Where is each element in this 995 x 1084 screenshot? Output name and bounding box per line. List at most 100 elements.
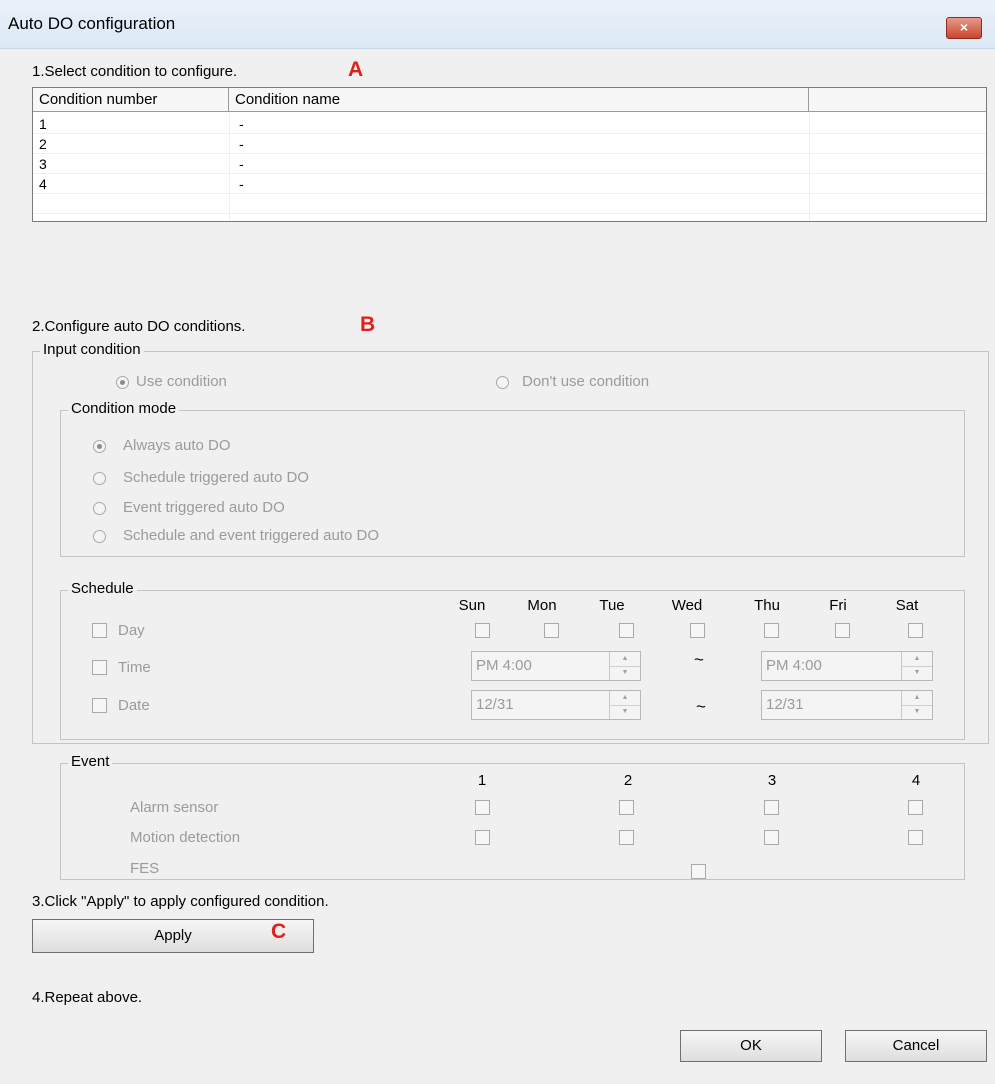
sun-checkbox[interactable] <box>475 623 490 638</box>
list-item[interactable]: 1 - <box>33 114 986 134</box>
list-item[interactable]: 2 - <box>33 134 986 154</box>
date-label: Date <box>118 697 150 714</box>
mode-event-label: Event triggered auto DO <box>123 499 285 516</box>
day-header-tue: Tue <box>599 597 625 614</box>
time-from-spinner[interactable]: PM 4:00 ▲ ▼ <box>471 651 641 681</box>
tue-checkbox[interactable] <box>619 623 634 638</box>
day-checkbox[interactable] <box>92 623 107 638</box>
motion-detection-4-checkbox[interactable] <box>908 830 923 845</box>
dont-use-condition-radio[interactable] <box>496 376 509 389</box>
condition-number: 3 <box>39 156 47 172</box>
spin-down-icon[interactable]: ▼ <box>610 705 640 719</box>
time-checkbox[interactable] <box>92 660 107 675</box>
day-header-sat: Sat <box>895 597 919 614</box>
condition-number: 4 <box>39 176 47 192</box>
condition-name: - <box>239 176 244 192</box>
date-to-spinner[interactable]: 12/31 ▲ ▼ <box>761 690 933 720</box>
column-header-number[interactable]: Condition number <box>33 88 229 112</box>
date-range-separator: ~ <box>696 697 706 716</box>
condition-number: 2 <box>39 136 47 152</box>
spin-up-icon[interactable]: ▲ <box>902 691 932 706</box>
mode-schedule-event-radio[interactable] <box>93 530 106 543</box>
column-header-extra[interactable] <box>809 88 986 112</box>
motion-detection-1-checkbox[interactable] <box>475 830 490 845</box>
column-header-name[interactable]: Condition name <box>229 88 809 112</box>
fes-checkbox[interactable] <box>691 864 706 879</box>
condition-number: 1 <box>39 116 47 132</box>
alarm-sensor-2-checkbox[interactable] <box>619 800 634 815</box>
spin-up-icon[interactable]: ▲ <box>610 691 640 706</box>
spin-up-icon[interactable]: ▲ <box>610 652 640 667</box>
spin-up-icon[interactable]: ▲ <box>902 652 932 667</box>
thu-checkbox[interactable] <box>764 623 779 638</box>
time-to-spin-buttons[interactable]: ▲ ▼ <box>901 652 932 680</box>
mode-schedule-label: Schedule triggered auto DO <box>123 469 309 486</box>
condition-list[interactable]: Condition number Condition name 1 - 2 - … <box>32 87 987 222</box>
event-channel-3: 3 <box>767 772 777 789</box>
condition-mode-legend: Condition mode <box>68 400 180 417</box>
date-checkbox[interactable] <box>92 698 107 713</box>
marker-b: B <box>360 313 376 336</box>
fri-checkbox[interactable] <box>835 623 850 638</box>
motion-detection-label: Motion detection <box>130 829 241 846</box>
step4-label: 4.Repeat above. <box>32 989 143 1006</box>
alarm-sensor-label: Alarm sensor <box>130 799 219 816</box>
event-channel-2: 2 <box>623 772 633 789</box>
day-header-mon: Mon <box>527 597 557 614</box>
day-label: Day <box>118 622 145 639</box>
time-to-spinner[interactable]: PM 4:00 ▲ ▼ <box>761 651 933 681</box>
day-header-fri: Fri <box>829 597 847 614</box>
step3-label: 3.Click "Apply" to apply configured cond… <box>32 893 329 910</box>
spin-down-icon[interactable]: ▼ <box>902 705 932 719</box>
list-item-empty <box>33 194 986 214</box>
condition-name: - <box>239 116 244 132</box>
date-from-spinner[interactable]: 12/31 ▲ ▼ <box>471 690 641 720</box>
date-to-spin-buttons[interactable]: ▲ ▼ <box>901 691 932 719</box>
alarm-sensor-3-checkbox[interactable] <box>764 800 779 815</box>
marker-a: A <box>348 58 364 81</box>
motion-detection-2-checkbox[interactable] <box>619 830 634 845</box>
list-item[interactable]: 4 - <box>33 174 986 194</box>
date-to-value: 12/31 <box>766 696 804 713</box>
time-label: Time <box>118 659 151 676</box>
mode-schedule-radio[interactable] <box>93 472 106 485</box>
mode-schedule-event-label: Schedule and event triggered auto DO <box>123 527 380 544</box>
use-condition-radio[interactable] <box>116 376 129 389</box>
mon-checkbox[interactable] <box>544 623 559 638</box>
time-from-value: PM 4:00 <box>476 657 532 674</box>
window-title: Auto DO configuration <box>8 14 176 33</box>
marker-c: C <box>271 920 287 943</box>
mode-always-radio[interactable] <box>93 440 106 453</box>
condition-name: - <box>239 136 244 152</box>
event-legend: Event <box>68 753 113 770</box>
use-condition-label: Use condition <box>136 373 227 390</box>
cancel-button[interactable]: Cancel <box>845 1030 987 1062</box>
ok-button[interactable]: OK <box>680 1030 822 1062</box>
spin-down-icon[interactable]: ▼ <box>902 666 932 680</box>
alarm-sensor-1-checkbox[interactable] <box>475 800 490 815</box>
event-channel-4: 4 <box>911 772 921 789</box>
list-item[interactable]: 3 - <box>33 154 986 174</box>
title-bar: Auto DO configuration × <box>0 0 995 49</box>
schedule-legend: Schedule <box>68 580 137 597</box>
mode-always-label: Always auto DO <box>123 437 231 454</box>
step1-label: 1.Select condition to configure. <box>32 63 238 80</box>
day-header-sun: Sun <box>458 597 486 614</box>
input-condition-legend: Input condition <box>40 341 144 358</box>
close-icon[interactable]: × <box>946 17 982 39</box>
day-header-thu: Thu <box>754 597 780 614</box>
date-from-spin-buttons[interactable]: ▲ ▼ <box>609 691 640 719</box>
wed-checkbox[interactable] <box>690 623 705 638</box>
alarm-sensor-4-checkbox[interactable] <box>908 800 923 815</box>
sat-checkbox[interactable] <box>908 623 923 638</box>
mode-event-radio[interactable] <box>93 502 106 515</box>
event-group <box>60 763 965 880</box>
date-from-value: 12/31 <box>476 696 514 713</box>
motion-detection-3-checkbox[interactable] <box>764 830 779 845</box>
time-range-separator: ~ <box>694 650 704 669</box>
time-to-value: PM 4:00 <box>766 657 822 674</box>
spin-down-icon[interactable]: ▼ <box>610 666 640 680</box>
event-channel-1: 1 <box>477 772 487 789</box>
day-header-wed: Wed <box>671 597 703 614</box>
time-from-spin-buttons[interactable]: ▲ ▼ <box>609 652 640 680</box>
